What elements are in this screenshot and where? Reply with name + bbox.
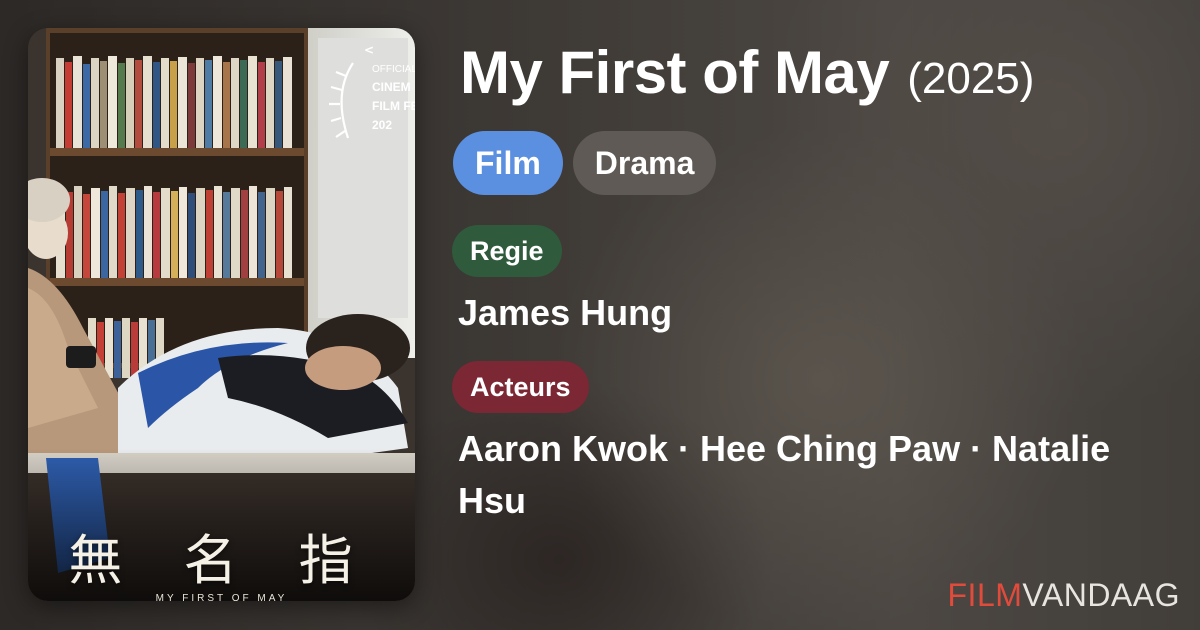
genre-pills: Film Drama bbox=[453, 131, 717, 195]
movie-title: My First of May bbox=[460, 39, 890, 106]
director-label-tag: Regie bbox=[452, 225, 562, 277]
cast-label-tag: Acteurs bbox=[452, 361, 589, 413]
cast-names: Aaron Kwok · Hee Ching Paw · Natalie Hsu bbox=[458, 428, 1111, 521]
genre-pill-drama[interactable]: Drama bbox=[572, 131, 717, 195]
brand-part-film: FILM bbox=[947, 577, 1023, 613]
genre-pill-film[interactable]: Film bbox=[453, 131, 563, 195]
festival-line-1: OFFICIAL S bbox=[372, 64, 415, 75]
movie-poster: < OFFICIAL S CINEM FILM FE 202 無 名 指 MY … bbox=[28, 28, 415, 601]
director-name: James Hung bbox=[458, 292, 673, 333]
festival-line-2: CINEM bbox=[372, 80, 411, 94]
festival-laurel-text: OFFICIAL S CINEM FILM FE 202 bbox=[372, 62, 415, 136]
poster-english-title: MY FIRST OF MAY bbox=[155, 593, 288, 601]
filmvandaag-logo: FILMVANDAAG bbox=[948, 577, 1181, 614]
festival-line-3: FILM FE bbox=[372, 99, 415, 114]
festival-year: 202 bbox=[372, 118, 393, 133]
poster-cjk-title: 無 名 指 bbox=[68, 529, 375, 592]
movie-title-row: My First of May (2025) bbox=[460, 38, 1034, 107]
svg-text:<: < bbox=[364, 43, 374, 57]
movie-year: (2025) bbox=[907, 54, 1035, 103]
brand-part-vandaag: VANDAAG bbox=[1022, 577, 1180, 613]
